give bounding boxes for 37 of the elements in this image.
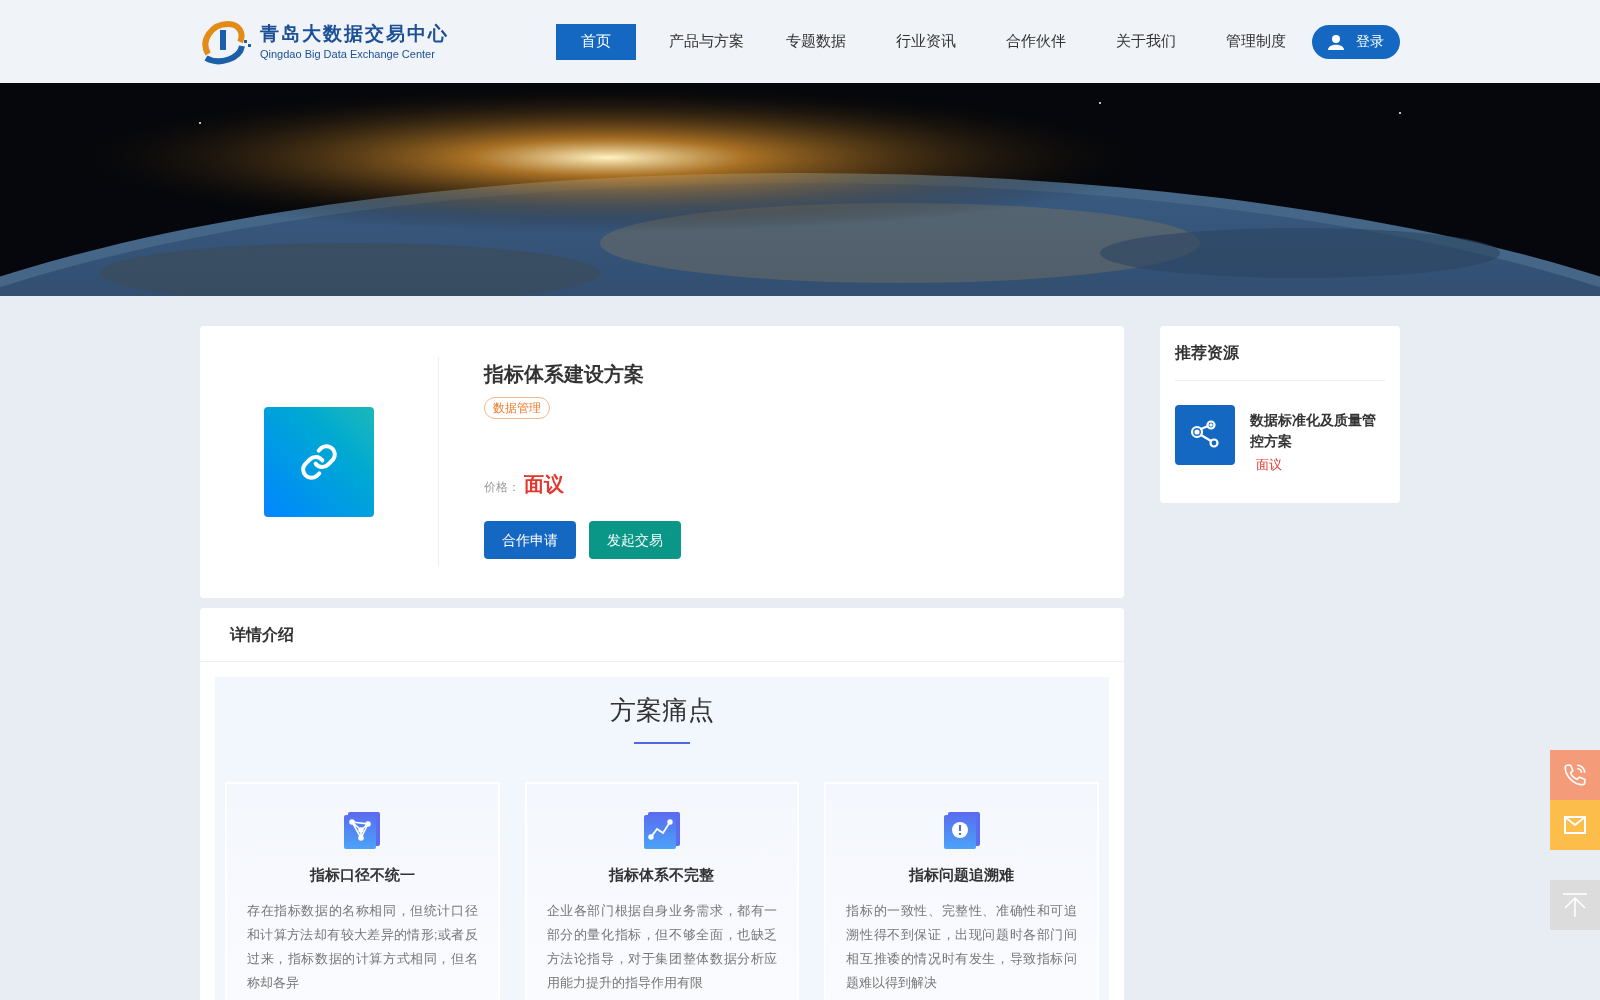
logo-subtitle: Qingdao Big Data Exchange Center: [260, 46, 436, 62]
phone-icon: [1562, 762, 1588, 788]
back-to-top-button[interactable]: [1550, 880, 1600, 930]
nav-link[interactable]: 关于我们: [1106, 23, 1186, 60]
feature-text: 企业各部门根据自身业务需求，都有一部分的量化指标，但不够全面，也缺乏方法论指导，对于集团整体数据分析应用能力提升的指导作用有限: [546, 902, 778, 992]
price-label: 价格：: [484, 479, 520, 496]
nav-link[interactable]: 产品与方案: [666, 23, 746, 60]
feature-title: 指标问题追溯难: [909, 865, 1015, 885]
action-button[interactable]: 发起交易: [589, 521, 681, 559]
feature-title: 指标口径不统一: [309, 865, 415, 885]
section-heading: 详情介绍: [230, 624, 294, 645]
alert-icon: [941, 810, 982, 850]
product-title: 指标体系建设方案: [484, 362, 645, 387]
user-icon: [1328, 33, 1344, 50]
line-chart-icon: [642, 810, 682, 850]
price-value: 面议: [524, 472, 564, 497]
feature-title: 指标体系不完整: [609, 865, 715, 885]
mail-button[interactable]: [1550, 800, 1600, 850]
phone-button[interactable]: [1550, 750, 1600, 800]
nav-link[interactable]: 专题数据: [776, 23, 856, 60]
logo-title: 青岛大数据交易中心: [260, 21, 449, 46]
feature-text: 存在指标数据的名称相同，但统计口径和计算方法却有较大差异的情形;或者反过来，指标数据的计算方式相同，但名称却各异: [247, 902, 478, 992]
network-icon: [342, 810, 383, 850]
nav-link[interactable]: 行业资讯: [886, 23, 966, 60]
nav-link[interactable]: 管理制度: [1216, 23, 1296, 60]
nav-link[interactable]: 合作伙伴: [996, 23, 1076, 60]
resource-title[interactable]: 数据标准化及质量管控方案: [1250, 410, 1385, 452]
mail-icon: [1564, 816, 1586, 834]
panel-title: 方案痛点: [610, 694, 714, 727]
action-button[interactable]: 合作申请: [484, 521, 576, 559]
resource-price: 面议: [1256, 456, 1283, 474]
arrow-up-icon: [1562, 892, 1588, 918]
sidebar-title: 推荐资源: [1175, 343, 1239, 363]
link-icon: [299, 442, 339, 482]
login-button[interactable]: 登录: [1312, 24, 1400, 59]
nav-link[interactable]: 首页: [556, 23, 636, 60]
feature-text: 指标的一致性、完整性、准确性和可追溯性得不到保证，出现问题时各部门间相互推诿的情况时有发生，导致指标问题难以得到解决: [846, 902, 1077, 992]
